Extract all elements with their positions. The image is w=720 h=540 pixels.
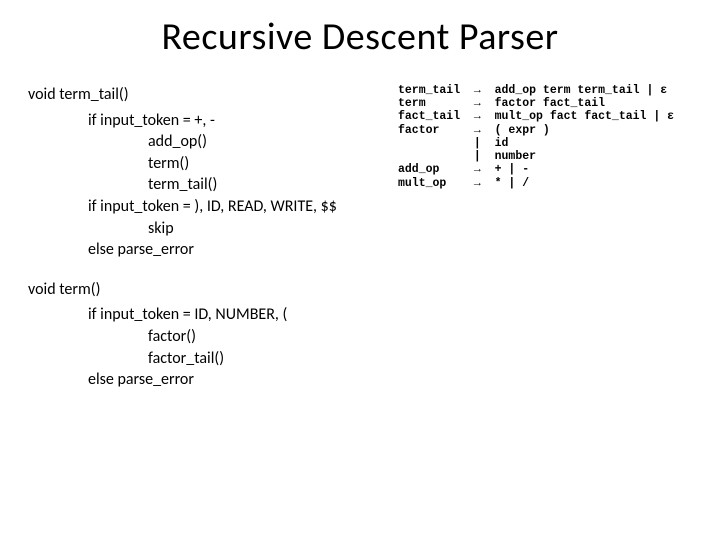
code-line: factor_tail() — [28, 348, 337, 370]
code-line: term() — [28, 153, 337, 175]
code-line: if input_token = ID, NUMBER, ( — [28, 304, 337, 326]
slide-title: Recursive Descent Parser — [0, 0, 720, 60]
code-line: if input_token = +, - — [28, 110, 337, 132]
code-line: factor() — [28, 326, 337, 348]
grammar-block: term_tail → add_op term term_tail | ε te… — [398, 84, 674, 190]
code-line: else parse_error — [28, 369, 337, 391]
code-line: skip — [28, 218, 337, 240]
code-line: add_op() — [28, 131, 337, 153]
code-line: else parse_error — [28, 239, 337, 261]
code-line: term_tail() — [28, 174, 337, 196]
fn-term-sig: void term() — [28, 279, 337, 301]
pseudocode-block: void term_tail() if input_token = +, - a… — [28, 84, 337, 391]
code-line: if input_token = ), ID, READ, WRITE, $$ — [28, 196, 337, 218]
fn-term-tail-sig: void term_tail() — [28, 84, 337, 106]
